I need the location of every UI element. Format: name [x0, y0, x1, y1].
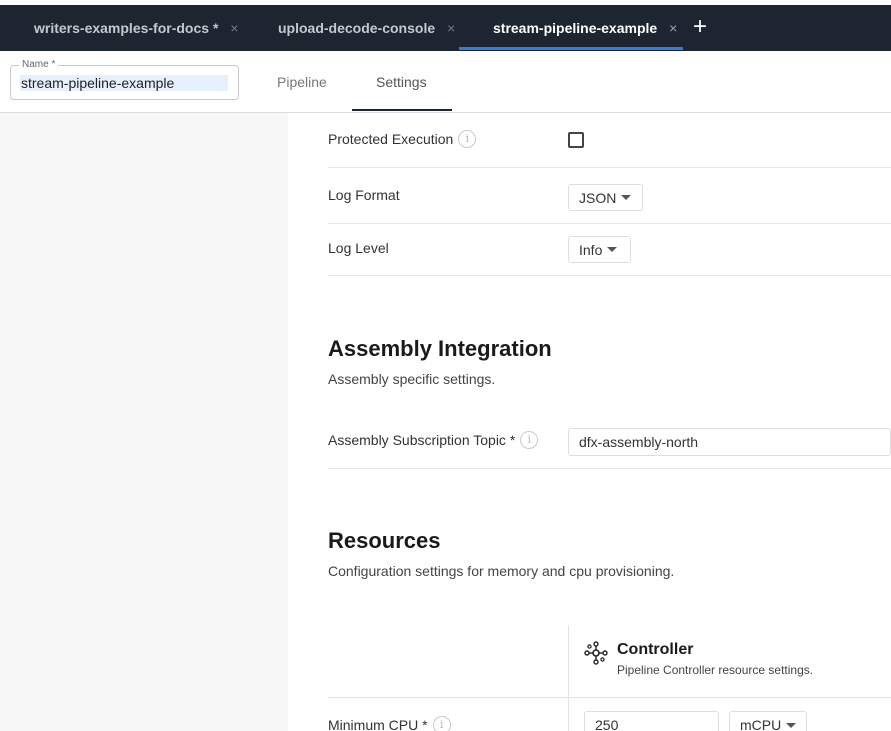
log-format-row: Log Format JSON: [328, 168, 891, 224]
min-cpu-unit-select[interactable]: mCPU: [729, 711, 807, 731]
select-value: JSON: [579, 189, 617, 206]
pipeline-header: Name * stream-pipeline-example Pipeline …: [0, 51, 891, 113]
editor-tab-bar: writers-examples-for-docs * × upload-dec…: [0, 0, 891, 51]
protected-execution-row: Protected Execution i: [328, 113, 891, 168]
active-tab-indicator: [459, 47, 683, 50]
tab-strip: writers-examples-for-docs * × upload-dec…: [0, 5, 891, 51]
chevron-down-icon: [621, 195, 632, 200]
chevron-down-icon: [786, 722, 797, 728]
add-tab-button[interactable]: +: [693, 13, 707, 41]
log-level-label: Log Level: [328, 240, 389, 256]
close-icon[interactable]: ×: [447, 20, 455, 36]
assembly-topic-row: Assembly Subscription Topic * i dfx-asse…: [328, 413, 891, 469]
close-icon[interactable]: ×: [230, 20, 238, 36]
tab-label: upload-decode-console: [278, 20, 436, 36]
label-text: Assembly Subscription Topic *: [328, 432, 516, 448]
log-level-row: Log Level Info: [328, 224, 891, 276]
assembly-topic-input[interactable]: dfx-assembly-north: [568, 428, 891, 456]
tab-upload-decode-console[interactable]: upload-decode-console ×: [278, 5, 455, 51]
resources-divider: [328, 697, 891, 698]
tab-label: writers-examples-for-docs *: [34, 20, 219, 36]
tab-settings[interactable]: Settings: [376, 51, 427, 112]
name-field-label: Name *: [19, 59, 59, 70]
select-value: Info: [579, 241, 603, 258]
select-value: mCPU: [740, 717, 782, 731]
tab-pipeline[interactable]: Pipeline: [277, 51, 327, 112]
info-icon[interactable]: i: [458, 130, 477, 148]
tab-writers-examples-for-docs[interactable]: writers-examples-for-docs * ×: [34, 5, 239, 51]
log-format-label: Log Format: [328, 187, 400, 203]
protected-execution-checkbox[interactable]: [568, 132, 584, 148]
log-level-select[interactable]: Info: [568, 236, 631, 263]
assembly-topic-label: Assembly Subscription Topic * i: [328, 431, 539, 449]
controller-icon: [584, 641, 608, 665]
assembly-section-description: Assembly specific settings.: [328, 371, 496, 387]
chevron-down-icon: [607, 247, 618, 252]
assembly-section-title: Assembly Integration: [328, 336, 552, 361]
name-field[interactable]: Name * stream-pipeline-example: [10, 59, 239, 100]
controller-title: Controller: [617, 641, 694, 658]
tab-stream-pipeline-example[interactable]: stream-pipeline-example ×: [493, 5, 677, 51]
log-format-select[interactable]: JSON: [568, 184, 643, 211]
settings-content: Protected Execution i Log Format JSON Lo…: [288, 113, 891, 731]
protected-execution-label: Protected Execution i: [328, 130, 477, 148]
min-cpu-label: Minimum CPU * i: [328, 716, 451, 731]
min-cpu-input[interactable]: 250: [584, 711, 719, 731]
resources-section-title: Resources: [328, 528, 441, 553]
active-tab-indicator: [352, 109, 452, 111]
controller-description: Pipeline Controller resource settings.: [617, 663, 814, 677]
resources-section-description: Configuration settings for memory and cp…: [328, 563, 675, 579]
label-text: Minimum CPU *: [328, 717, 428, 731]
close-icon[interactable]: ×: [669, 20, 677, 36]
tab-label: stream-pipeline-example: [493, 20, 658, 36]
info-icon[interactable]: i: [432, 716, 451, 731]
info-icon[interactable]: i: [520, 431, 539, 449]
name-input[interactable]: stream-pipeline-example: [20, 75, 228, 91]
column-divider: [568, 625, 569, 731]
label-text: Protected Execution: [328, 131, 454, 147]
left-panel: [0, 113, 288, 731]
